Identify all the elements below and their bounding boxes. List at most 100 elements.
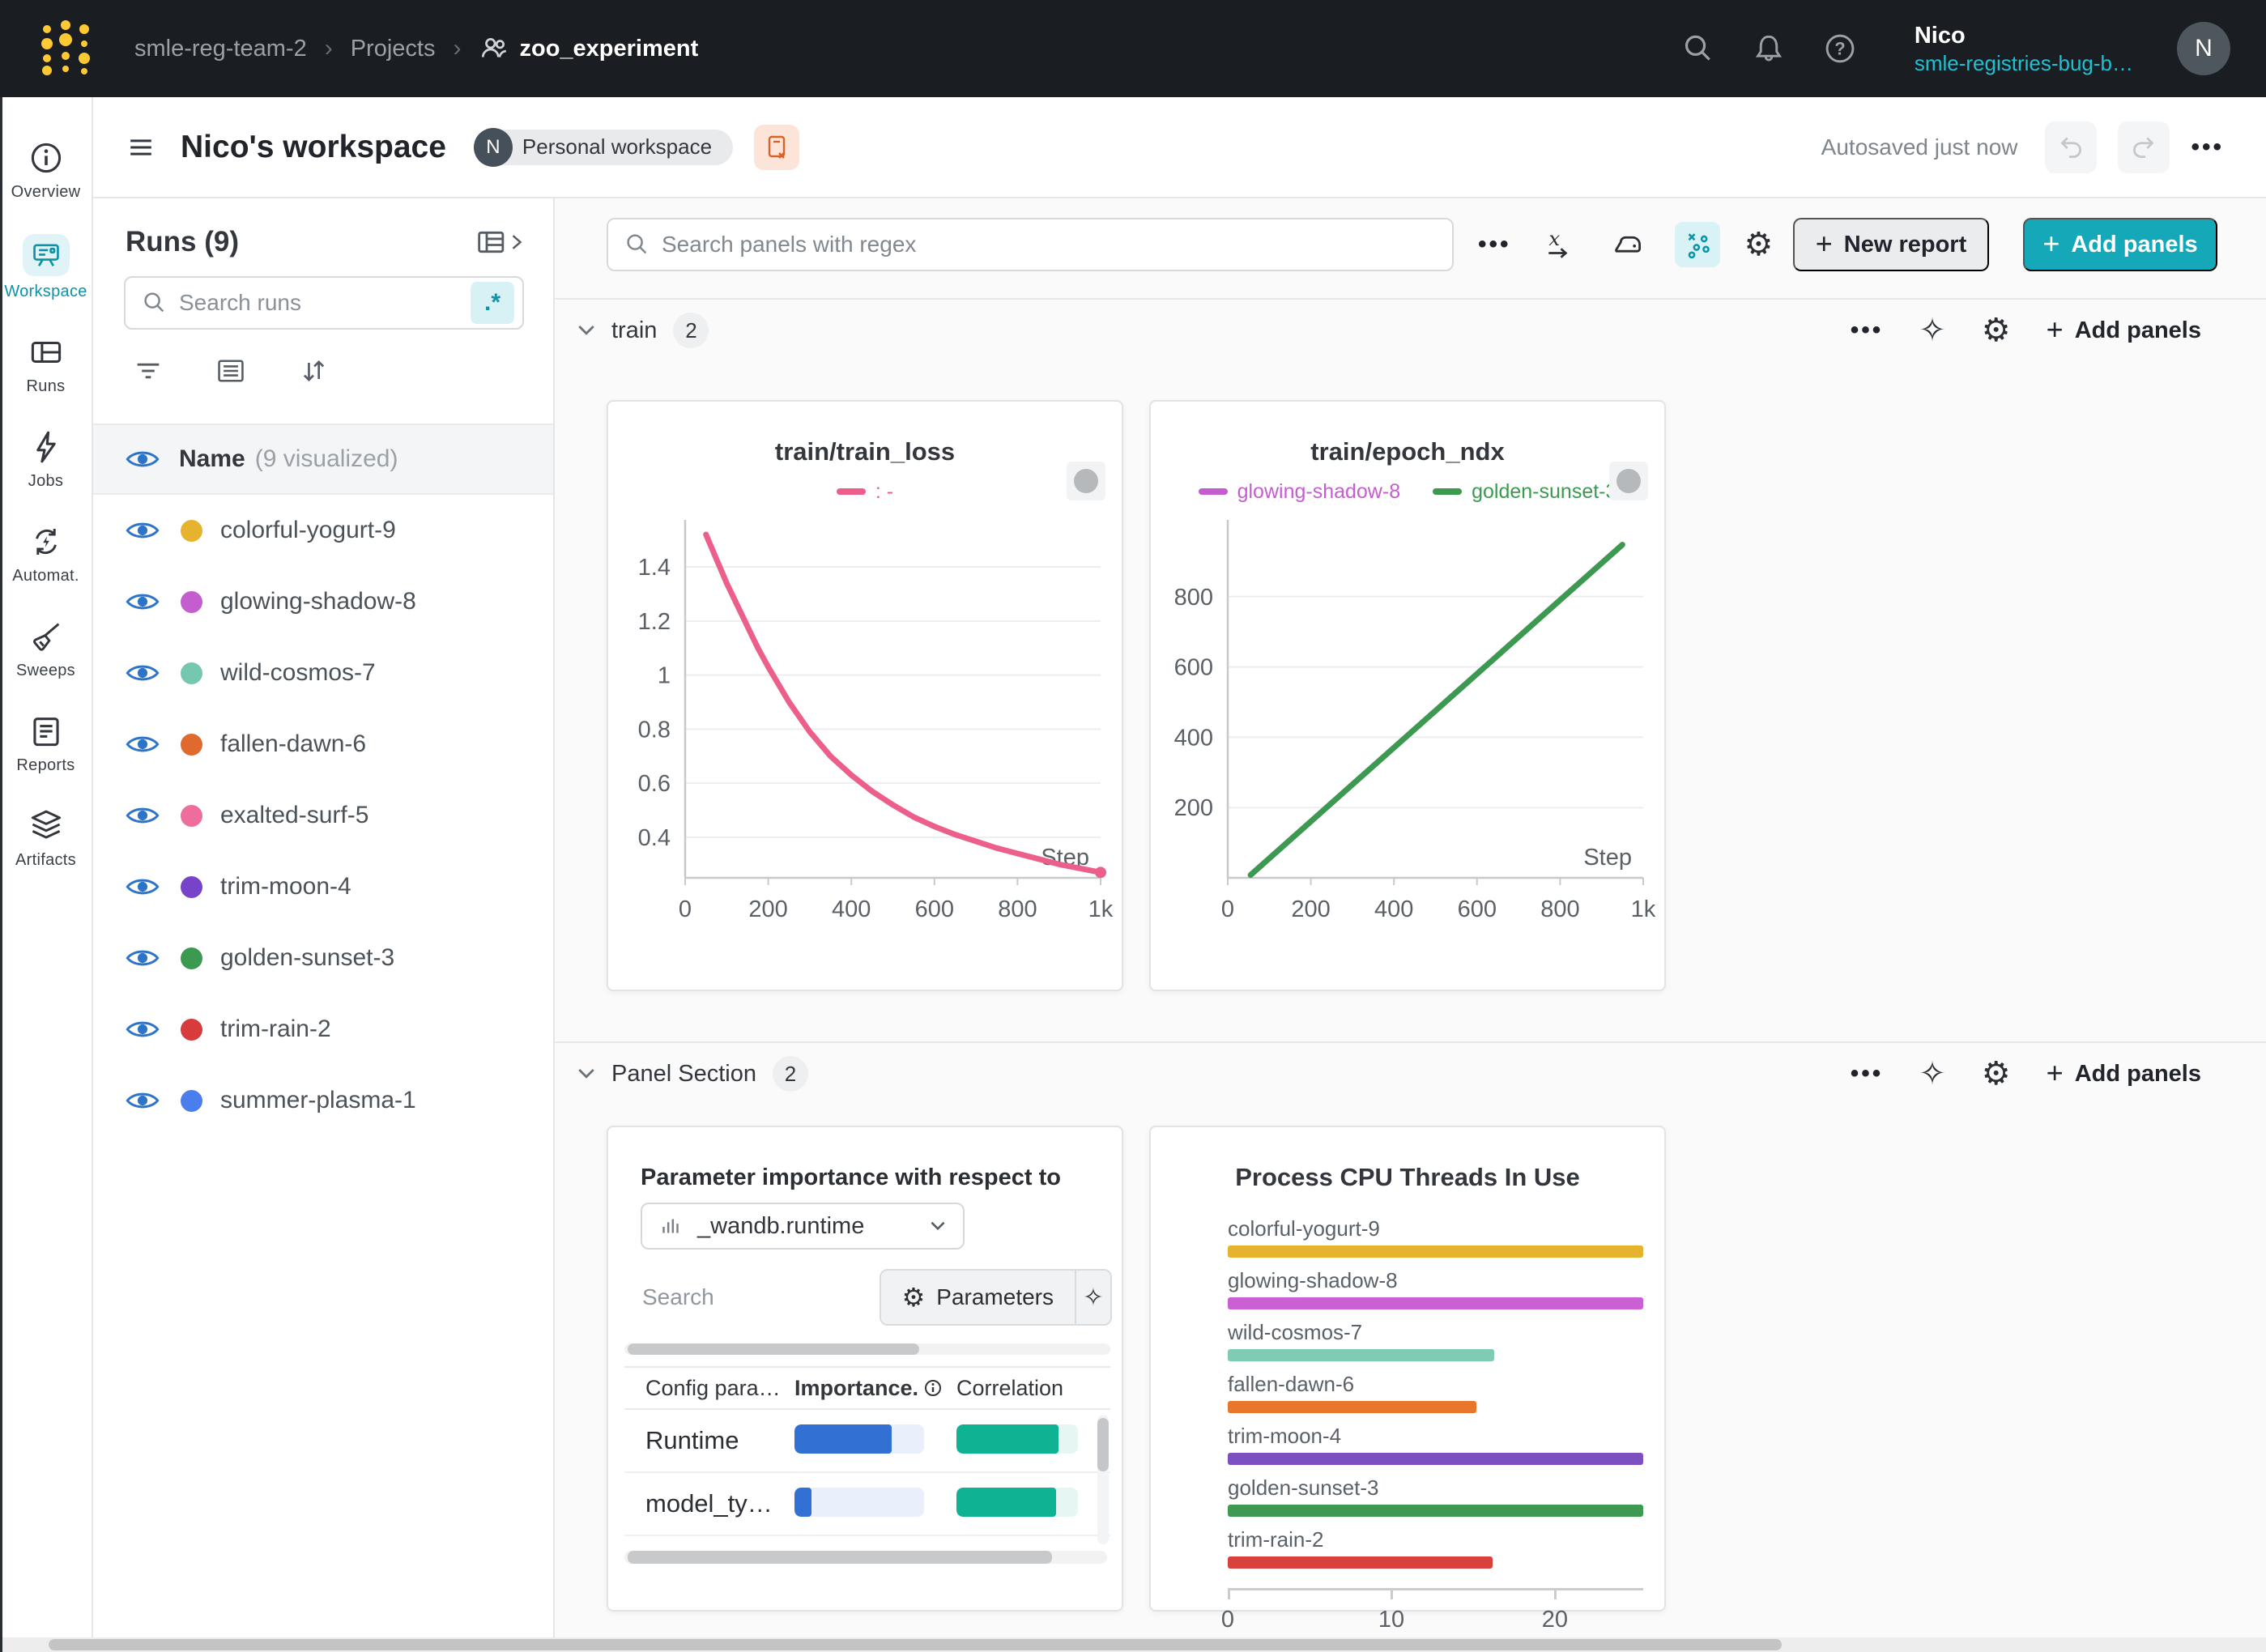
section-more-menu[interactable]: •••: [1851, 1060, 1884, 1088]
sidebar-item-runs[interactable]: Runs: [0, 317, 92, 412]
bar-row[interactable]: fallen-dawn-6: [1228, 1372, 1664, 1413]
run-name[interactable]: glowing-shadow-8: [220, 588, 416, 615]
avatar[interactable]: N: [2177, 22, 2230, 75]
panel-parameter-importance[interactable]: Parameter importance with respect to _wa…: [607, 1126, 1123, 1612]
magic-sparkle-icon[interactable]: ✧: [1919, 1058, 1946, 1090]
run-row[interactable]: golden-sunset-3: [93, 922, 553, 994]
panel-epoch-ndx[interactable]: train/epoch_ndx glowing-shadow-8golden-s…: [1149, 400, 1666, 991]
sidebar-item-artifacts[interactable]: Artifacts: [0, 791, 92, 886]
run-color-dot[interactable]: [181, 591, 202, 613]
vertical-scrollbar[interactable]: [1097, 1415, 1109, 1544]
section-title[interactable]: Panel Section: [611, 1061, 756, 1088]
run-color-dot[interactable]: [181, 805, 202, 827]
workspace-settings-gear-icon[interactable]: ⚙: [1744, 228, 1774, 261]
run-name[interactable]: exalted-surf-5: [220, 802, 368, 829]
user-info[interactable]: Nico smle-registries-bug-b…: [1915, 21, 2133, 77]
workspace-badge[interactable]: N Personal workspace: [474, 128, 733, 167]
user-org-link[interactable]: smle-registries-bug-b…: [1915, 50, 2133, 77]
menu-icon[interactable]: [124, 130, 158, 164]
smoothing-button[interactable]: [1605, 222, 1651, 267]
table-row[interactable]: model_ty…: [624, 1473, 1110, 1536]
filter-icon[interactable]: [132, 355, 164, 387]
run-color-dot[interactable]: [181, 876, 202, 898]
panel-train-loss[interactable]: train/train_loss : - 1.41.210.80.60.4020…: [607, 400, 1123, 991]
workspace-more-menu[interactable]: •••: [2191, 134, 2224, 161]
chevron-down-icon[interactable]: [574, 1065, 598, 1083]
run-row[interactable]: trim-moon-4: [93, 851, 553, 922]
run-visibility-eye-icon[interactable]: [126, 803, 160, 828]
column-importance[interactable]: Importance.: [794, 1376, 956, 1401]
section-add-panels-button[interactable]: + Add panels: [2047, 315, 2201, 347]
bar-row[interactable]: colorful-yogurt-9: [1228, 1216, 1664, 1258]
run-row[interactable]: colorful-yogurt-9: [93, 495, 553, 566]
magic-sparkle-icon[interactable]: ✧: [1919, 314, 1946, 347]
breadcrumb-projects[interactable]: Projects: [351, 36, 436, 62]
chevron-down-icon[interactable]: [574, 321, 598, 339]
section-title[interactable]: train: [611, 317, 657, 344]
run-row[interactable]: fallen-dawn-6: [93, 709, 553, 780]
breadcrumb-team[interactable]: smle-reg-team-2: [134, 36, 307, 62]
x-axis-settings-button[interactable]: x: [1536, 222, 1581, 267]
section-more-menu[interactable]: •••: [1851, 317, 1884, 344]
run-color-dot[interactable]: [181, 1090, 202, 1112]
metric-select-dropdown[interactable]: _wandb.runtime: [641, 1203, 965, 1250]
bar-row[interactable]: trim-moon-4: [1228, 1424, 1664, 1465]
run-row[interactable]: summer-plasma-1: [93, 1065, 553, 1136]
run-color-dot[interactable]: [181, 1019, 202, 1041]
wandb-logo-icon[interactable]: [36, 18, 94, 79]
bar-row[interactable]: golden-sunset-3: [1228, 1475, 1664, 1517]
magic-fill-button[interactable]: ✧: [1075, 1271, 1110, 1324]
run-color-dot[interactable]: [181, 520, 202, 542]
column-correlation[interactable]: Correlation: [956, 1376, 1110, 1401]
sort-icon[interactable]: [297, 355, 330, 387]
panel-cpu-threads[interactable]: Process CPU Threads In Use colorful-yogu…: [1149, 1126, 1666, 1612]
undo-button[interactable]: [2045, 121, 2097, 173]
run-color-dot[interactable]: [181, 662, 202, 684]
run-visibility-eye-icon[interactable]: [126, 518, 160, 543]
sidebar-item-jobs[interactable]: Jobs: [0, 412, 92, 507]
panel-search-input[interactable]: [662, 232, 1438, 258]
run-name[interactable]: trim-rain-2: [220, 1015, 331, 1043]
run-color-dot[interactable]: [181, 734, 202, 756]
help-icon[interactable]: ?: [1822, 31, 1858, 66]
run-visibility-eye-icon[interactable]: [126, 1017, 160, 1041]
run-name[interactable]: fallen-dawn-6: [220, 730, 366, 758]
sidebar-item-workspace[interactable]: Workspace: [0, 218, 92, 317]
run-row[interactable]: trim-rain-2: [93, 994, 553, 1065]
run-visibility-eye-icon[interactable]: [126, 1088, 160, 1113]
runs-search-input[interactable]: [179, 290, 471, 316]
run-row[interactable]: glowing-shadow-8: [93, 566, 553, 637]
panel-drag-handle[interactable]: [1609, 462, 1648, 500]
legend-item[interactable]: : -: [837, 480, 893, 504]
panels-more-menu[interactable]: •••: [1478, 231, 1511, 258]
group-list-icon[interactable]: [215, 355, 247, 387]
line-chart[interactable]: 1.41.210.80.60.402004006008001kStep: [608, 512, 1122, 953]
regex-toggle[interactable]: .*: [471, 282, 514, 324]
bar-row[interactable]: glowing-shadow-8: [1228, 1268, 1664, 1309]
run-visibility-eye-icon[interactable]: [126, 875, 160, 899]
visibility-all-eye-icon[interactable]: [126, 447, 160, 471]
run-visibility-eye-icon[interactable]: [126, 732, 160, 756]
page-horizontal-scrollbar[interactable]: [0, 1637, 2266, 1652]
bell-icon[interactable]: [1751, 31, 1787, 66]
table-row[interactable]: Runtime: [624, 1410, 1110, 1473]
runs-table-expand-button[interactable]: [475, 225, 524, 259]
sidebar-item-reports[interactable]: Reports: [0, 696, 92, 791]
bar-row[interactable]: wild-cosmos-7: [1228, 1320, 1664, 1361]
search-icon[interactable]: [1680, 31, 1715, 66]
outliers-sampling-button[interactable]: [1675, 222, 1720, 267]
add-panels-button[interactable]: + Add panels: [2023, 218, 2217, 271]
section-add-panels-button[interactable]: + Add panels: [2047, 1058, 2201, 1090]
param-search-input[interactable]: [642, 1284, 837, 1310]
sidebar-item-overview[interactable]: Overview: [0, 123, 92, 218]
run-visibility-eye-icon[interactable]: [126, 590, 160, 614]
section-settings-gear-icon[interactable]: ⚙: [1982, 1058, 2011, 1090]
sidebar-item-sweeps[interactable]: Sweeps: [0, 602, 92, 696]
run-name[interactable]: golden-sunset-3: [220, 944, 394, 972]
clear-workspace-button[interactable]: [754, 125, 799, 170]
run-visibility-eye-icon[interactable]: [126, 946, 160, 970]
run-row[interactable]: exalted-surf-5: [93, 780, 553, 851]
parameters-button[interactable]: ⚙ Parameters: [881, 1271, 1075, 1324]
horizontal-scrollbar[interactable]: [624, 1343, 1110, 1355]
new-report-button[interactable]: + New report: [1793, 218, 1989, 271]
